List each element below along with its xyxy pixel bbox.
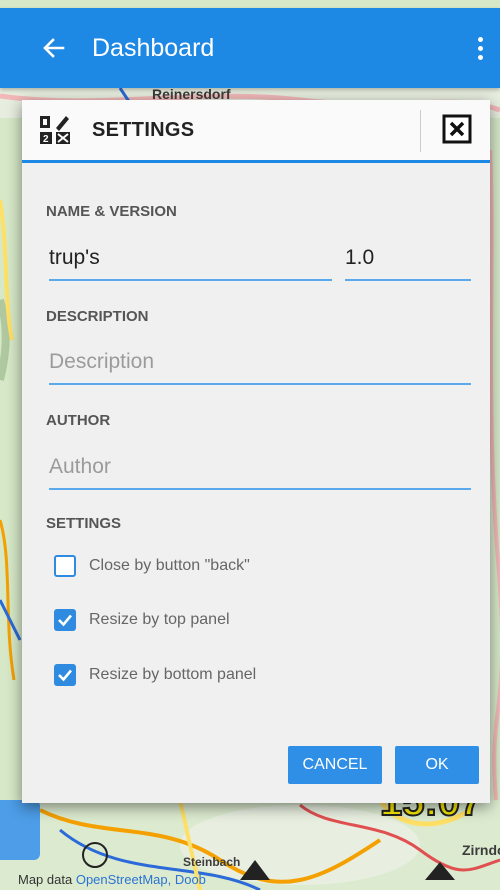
svg-text:2: 2 [43, 134, 49, 145]
dot-icon [477, 36, 483, 42]
name-input[interactable] [49, 246, 332, 270]
author-input[interactable] [49, 455, 471, 479]
side-panel-button[interactable] [0, 800, 40, 860]
settings-dialog: 2 SETTINGS NAME & VERSION DESCRIPTION AU… [22, 100, 490, 803]
description-label: DESCRIPTION [46, 308, 149, 325]
map-attribution: Map data OpenStreetMap, Doob [18, 872, 206, 887]
checkmark-icon [58, 669, 72, 682]
attribution-prefix: Map data [18, 872, 76, 887]
dot-icon [477, 45, 483, 51]
ok-button[interactable]: OK [395, 746, 479, 784]
map-label-zirndo: Zirndo [462, 842, 500, 858]
checkbox-resize-top-panel[interactable]: Resize by top panel [54, 609, 230, 631]
arrow-left-icon [43, 38, 65, 58]
overflow-menu-button[interactable] [468, 30, 492, 66]
checkbox-checked-icon[interactable] [54, 609, 76, 631]
cancel-button[interactable]: CANCEL [288, 746, 382, 784]
version-input[interactable] [345, 246, 471, 270]
checkbox-label: Close by button "back" [89, 557, 250, 574]
settings-section-label: SETTINGS [46, 515, 122, 532]
description-input[interactable] [49, 350, 471, 374]
dialog-header: 2 SETTINGS [22, 100, 490, 163]
app-bar: Dashboard [0, 8, 500, 88]
checkbox-checked-icon[interactable] [54, 664, 76, 686]
name-field[interactable] [49, 237, 332, 281]
map-label-steinbach: Steinbach [183, 855, 241, 869]
checkbox-resize-bottom-panel[interactable]: Resize by bottom panel [54, 664, 256, 686]
back-button[interactable] [36, 30, 72, 66]
close-icon[interactable] [442, 114, 472, 144]
dialog-title: SETTINGS [92, 118, 195, 141]
checkbox-unchecked-icon[interactable] [54, 555, 76, 577]
dot-icon [477, 54, 483, 60]
dashboard-settings-icon: 2 [40, 116, 70, 145]
attribution-link[interactable]: OpenStreetMap, Doob [76, 872, 206, 887]
checkbox-label: Resize by bottom panel [89, 666, 257, 683]
checkbox-label: Resize by top panel [89, 611, 230, 628]
app-bar-title: Dashboard [92, 33, 215, 62]
header-divider [420, 110, 421, 152]
checkbox-close-by-back[interactable]: Close by button "back" [54, 555, 250, 577]
author-field[interactable] [49, 446, 471, 490]
version-field[interactable] [345, 237, 471, 281]
name-version-label: NAME & VERSION [46, 203, 177, 220]
author-label: AUTHOR [46, 412, 111, 429]
description-field[interactable] [49, 341, 471, 385]
checkmark-icon [58, 614, 72, 627]
